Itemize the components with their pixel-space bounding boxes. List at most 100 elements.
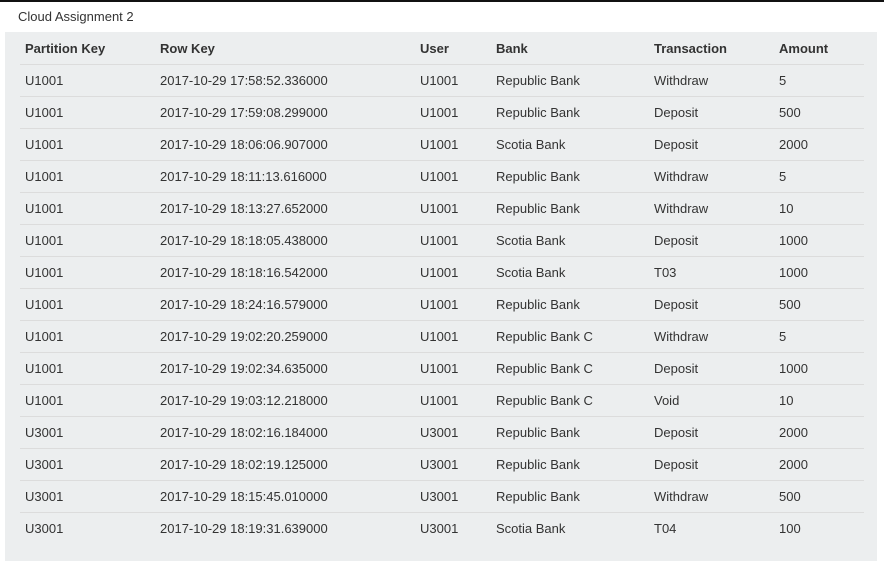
- amount-cell: 500: [774, 288, 864, 321]
- table-row: U1001 2017-10-29 18:18:16.542000 U1001 Scot…: [20, 256, 864, 289]
- user-cell: U3001: [415, 448, 491, 481]
- partition-key-cell: U1001: [20, 320, 155, 353]
- table-panel: Partition Key Row Key User Bank Transact…: [5, 32, 877, 561]
- amount-cell: 1000: [774, 256, 864, 289]
- transaction-cell: Withdraw: [649, 192, 774, 225]
- table-row: U3001 2017-10-29 18:02:19.125000 U3001 Repu…: [20, 448, 864, 481]
- user-cell: U1001: [415, 64, 491, 97]
- bank-cell: Republic Bank: [491, 448, 649, 481]
- amount-cell: 1000: [774, 352, 864, 385]
- bank-cell: Republic Bank: [491, 160, 649, 193]
- transaction-cell: Withdraw: [649, 480, 774, 513]
- row-key-cell: 2017-10-29 19:03:12.218000: [155, 384, 415, 417]
- amount-cell: 100: [779, 521, 801, 536]
- transaction-cell: Deposit: [649, 416, 774, 449]
- transaction-cell: Withdraw: [649, 160, 774, 193]
- partition-key-cell: U1001: [20, 352, 155, 385]
- partition-key-cell: U1001: [20, 288, 155, 321]
- column-header-partition-key: Partition Key: [20, 32, 155, 65]
- user-cell: U1001: [415, 384, 491, 417]
- row-key-cell: 2017-10-29 18:19:31.639000: [160, 521, 328, 536]
- row-key-cell: 2017-10-29 18:18:05.438000: [155, 224, 415, 257]
- bank-cell: Republic Bank: [491, 192, 649, 225]
- transaction-cell: T04: [654, 521, 677, 536]
- bank-cell: Republic Bank C: [491, 352, 649, 385]
- partition-key-cell: U3001: [20, 416, 155, 449]
- user-cell: U1001: [415, 128, 491, 161]
- transaction-cell: Deposit: [649, 224, 774, 257]
- user-cell: U3001: [420, 521, 459, 536]
- table-row: U1001 2017-10-29 18:24:16.579000 U1001 Repu…: [20, 288, 864, 321]
- amount-cell: 10: [774, 192, 864, 225]
- row-key-cell: 2017-10-29 19:02:34.635000: [155, 352, 415, 385]
- table-row: U1001 2017-10-29 19:02:34.635000 U1001 Repu…: [20, 352, 864, 385]
- transaction-cell: Deposit: [649, 96, 774, 129]
- bank-cell: Republic Bank C: [491, 320, 649, 353]
- bank-cell: Scotia Bank: [491, 224, 649, 257]
- column-header-user: User: [415, 32, 491, 65]
- partition-key-cell: U1001: [20, 64, 155, 97]
- top-border: [0, 0, 884, 2]
- bank-cell: Republic Bank: [491, 416, 649, 449]
- table-row: U1001 2017-10-29 18:11:13.616000 U1001 Repu…: [20, 160, 864, 193]
- table-row: U1001 2017-10-29 17:59:08.299000 U1001 Repu…: [20, 96, 864, 129]
- bank-cell: Scotia Bank: [496, 521, 566, 536]
- partition-key-cell: U1001: [20, 128, 155, 161]
- user-cell: U1001: [415, 320, 491, 353]
- table-header-row: Partition Key Row Key User Bank Transact…: [20, 32, 864, 65]
- transaction-cell: Withdraw: [649, 320, 774, 353]
- row-key-cell: 2017-10-29 19:02:20.259000: [155, 320, 415, 353]
- amount-cell: 500: [774, 480, 864, 513]
- user-cell: U3001: [415, 480, 491, 513]
- table-row: U3001 2017-10-29 18:19:31.639000 U3001 Scot…: [20, 513, 864, 545]
- partition-key-cell: U1001: [20, 384, 155, 417]
- row-key-cell: 2017-10-29 17:59:08.299000: [155, 96, 415, 129]
- amount-cell: 5: [774, 320, 864, 353]
- row-key-cell: 2017-10-29 18:13:27.652000: [155, 192, 415, 225]
- bank-cell: Scotia Bank: [491, 256, 649, 289]
- bank-cell: Republic Bank: [491, 64, 649, 97]
- user-cell: U1001: [415, 352, 491, 385]
- row-key-cell: 2017-10-29 18:24:16.579000: [155, 288, 415, 321]
- table-row: U1001 2017-10-29 18:18:05.438000 U1001 Scot…: [20, 224, 864, 257]
- transaction-cell: Withdraw: [649, 64, 774, 97]
- amount-cell: 1000: [774, 224, 864, 257]
- partition-key-cell: U1001: [20, 192, 155, 225]
- bank-cell: Republic Bank: [491, 480, 649, 513]
- page-title: Cloud Assignment 2: [18, 9, 134, 24]
- table-row: U3001 2017-10-29 18:02:16.184000 U3001 Repu…: [20, 416, 864, 449]
- amount-cell: 500: [774, 96, 864, 129]
- row-key-cell: 2017-10-29 18:15:45.010000: [155, 480, 415, 513]
- bank-cell: Republic Bank: [491, 96, 649, 129]
- partition-key-cell: U3001: [20, 480, 155, 513]
- transactions-table: Partition Key Row Key User Bank Transact…: [20, 32, 864, 544]
- row-key-cell: 2017-10-29 18:02:19.125000: [155, 448, 415, 481]
- amount-cell: 10: [774, 384, 864, 417]
- table-row: U1001 2017-10-29 19:03:12.218000 U1001 Repu…: [20, 384, 864, 417]
- partition-key-cell: U3001: [20, 448, 155, 481]
- partition-key-cell: U3001: [25, 521, 64, 536]
- row-key-cell: 2017-10-29 18:18:16.542000: [155, 256, 415, 289]
- table-row: U3001 2017-10-29 18:15:45.010000 U3001 Repu…: [20, 480, 864, 513]
- table-row: U1001 2017-10-29 18:13:27.652000 U1001 Repu…: [20, 192, 864, 225]
- bank-cell: Republic Bank C: [491, 384, 649, 417]
- partition-key-cell: U1001: [20, 160, 155, 193]
- amount-cell: 2000: [774, 128, 864, 161]
- user-cell: U1001: [415, 96, 491, 129]
- partition-key-cell: U1001: [20, 96, 155, 129]
- row-key-cell: 2017-10-29 17:58:52.336000: [155, 64, 415, 97]
- column-header-transaction: Transaction: [649, 32, 774, 65]
- column-header-amount: Amount: [774, 32, 864, 65]
- user-cell: U3001: [415, 416, 491, 449]
- row-key-cell: 2017-10-29 18:02:16.184000: [155, 416, 415, 449]
- table-body: U1001 2017-10-29 17:58:52.336000 U1001 Repu…: [20, 64, 864, 545]
- user-cell: U1001: [415, 192, 491, 225]
- bank-cell: Republic Bank: [491, 288, 649, 321]
- user-cell: U1001: [415, 224, 491, 257]
- table-row: U1001 2017-10-29 17:58:52.336000 U1001 Repu…: [20, 64, 864, 97]
- user-cell: U1001: [415, 160, 491, 193]
- row-key-cell: 2017-10-29 18:11:13.616000: [155, 160, 415, 193]
- transaction-cell: Deposit: [649, 288, 774, 321]
- user-cell: U1001: [415, 256, 491, 289]
- table-row: U1001 2017-10-29 18:06:06.907000 U1001 Scot…: [20, 128, 864, 161]
